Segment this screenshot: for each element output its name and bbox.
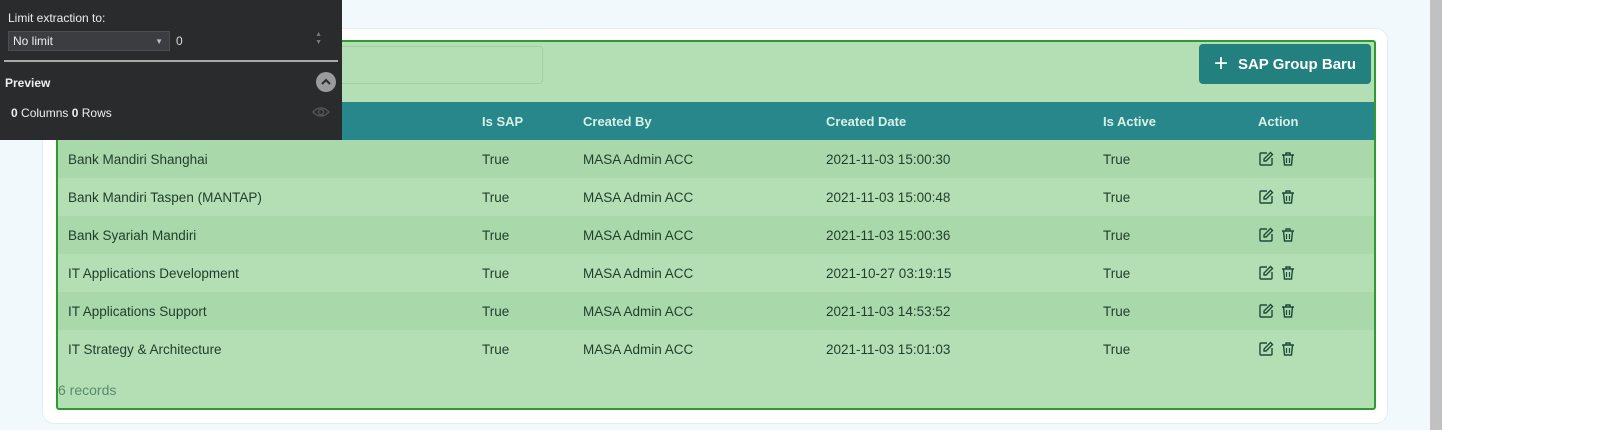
cell-created-by: MASA Admin ACC (583, 265, 694, 281)
trash-icon[interactable] (1280, 265, 1296, 281)
header-is-sap[interactable]: Is SAP (482, 102, 523, 140)
edit-icon[interactable] (1258, 303, 1274, 319)
row-actions (1258, 330, 1296, 368)
cell-created-by: MASA Admin ACC (583, 303, 694, 319)
limit-number-input[interactable]: 0 ▲ ▼ (176, 31, 330, 51)
limit-extraction-label: Limit extraction to: (8, 11, 106, 25)
eye-icon[interactable] (312, 105, 330, 119)
row-actions (1258, 178, 1296, 216)
cell-created-date: 2021-11-03 15:00:30 (826, 151, 951, 167)
trash-icon[interactable] (1280, 227, 1296, 243)
row-actions (1258, 292, 1296, 330)
cell-is-active: True (1103, 189, 1131, 205)
cell-created-by: MASA Admin ACC (583, 227, 694, 243)
table-row: Bank Mandiri Shanghai True MASA Admin ACC 2… (58, 140, 1374, 178)
table-row: Bank Syariah Mandiri True MASA Admin ACC 20… (58, 216, 1374, 254)
cell-is-active: True (1103, 303, 1131, 319)
cell-created-by: MASA Admin ACC (583, 341, 694, 357)
table-row: IT Applications Support True MASA Admin AC… (58, 292, 1374, 330)
cell-is-active: True (1103, 265, 1131, 281)
blank-area (1442, 0, 1614, 430)
row-actions (1258, 216, 1296, 254)
number-spinner-icon[interactable]: ▲ ▼ (315, 31, 322, 47)
preview-counts: 0 Columns 0 Rows (11, 106, 112, 120)
cell-created-date: 2021-10-27 03:19:15 (826, 265, 952, 281)
edit-icon[interactable] (1258, 341, 1274, 357)
header-created-by[interactable]: Created By (583, 102, 652, 140)
cell-name: IT Applications Development (68, 265, 239, 281)
panel-divider (4, 60, 338, 62)
vertical-scrollbar[interactable] (1430, 0, 1442, 430)
table-row: IT Strategy & Architecture True MASA Admin… (58, 330, 1374, 368)
edit-icon[interactable] (1258, 151, 1274, 167)
caret-down-icon: ▼ (155, 37, 163, 46)
sap-group-table: Is SAP Created By Created Date Is Active… (58, 102, 1374, 368)
header-action: Action (1258, 113, 1299, 129)
row-actions (1258, 140, 1296, 178)
cell-name: Bank Mandiri Taspen (MANTAP) (68, 189, 262, 205)
trash-icon[interactable] (1280, 341, 1296, 357)
table-row: Bank Mandiri Taspen (MANTAP) True MASA Adm… (58, 178, 1374, 216)
header-created-date[interactable]: Created Date (826, 102, 906, 140)
rows-label: Rows (78, 106, 112, 120)
cell-is-sap: True (482, 265, 510, 281)
trash-icon[interactable] (1280, 303, 1296, 319)
extraction-overlay-panel: Limit extraction to: No limit ▼ 0 ▲ ▼ Pre… (0, 0, 342, 140)
limit-number-value: 0 (176, 34, 183, 48)
table-body: Bank Mandiri Shanghai True MASA Admin ACC 2… (58, 140, 1374, 368)
trash-icon[interactable] (1280, 151, 1296, 167)
cell-is-active: True (1103, 341, 1131, 357)
edit-icon[interactable] (1258, 189, 1274, 205)
cell-is-sap: True (482, 303, 510, 319)
plus-icon: + (1213, 50, 1228, 77)
cell-is-sap: True (482, 341, 510, 357)
cell-created-date: 2021-11-03 14:53:52 (826, 303, 951, 319)
columns-count: 0 (11, 106, 18, 120)
cell-name: Bank Syariah Mandiri (68, 227, 197, 243)
cell-is-sap: True (482, 189, 510, 205)
cell-created-date: 2021-11-03 15:00:48 (826, 189, 951, 205)
limit-select-value: No limit (13, 34, 54, 48)
limit-select[interactable]: No limit ▼ (8, 31, 170, 51)
cell-is-sap: True (482, 227, 510, 243)
table-row: IT Applications Development True MASA Admi… (58, 254, 1374, 292)
cell-created-by: MASA Admin ACC (583, 189, 694, 205)
add-sap-group-button[interactable]: + SAP Group Baru (1199, 44, 1371, 84)
add-sap-group-label: SAP Group Baru (1237, 55, 1357, 73)
preview-title: Preview (5, 76, 51, 90)
columns-label: Columns (17, 106, 72, 120)
edit-icon[interactable] (1258, 265, 1274, 281)
edit-icon[interactable] (1258, 227, 1274, 243)
cell-created-by: MASA Admin ACC (583, 151, 694, 167)
cell-name: Bank Mandiri Shanghai (68, 151, 208, 167)
header-is-active[interactable]: Is Active (1103, 102, 1156, 140)
cell-created-date: 2021-11-03 15:00:36 (826, 227, 951, 243)
cell-is-active: True (1103, 151, 1131, 167)
records-count: 6 records (58, 382, 117, 398)
chevron-up-icon[interactable] (316, 72, 336, 92)
cell-created-date: 2021-11-03 15:01:03 (826, 341, 951, 357)
trash-icon[interactable] (1280, 189, 1296, 205)
cell-name: IT Applications Support (68, 303, 207, 319)
cell-is-active: True (1103, 227, 1131, 243)
row-actions (1258, 254, 1296, 292)
cell-name: IT Strategy & Architecture (68, 341, 222, 357)
cell-is-sap: True (482, 151, 510, 167)
